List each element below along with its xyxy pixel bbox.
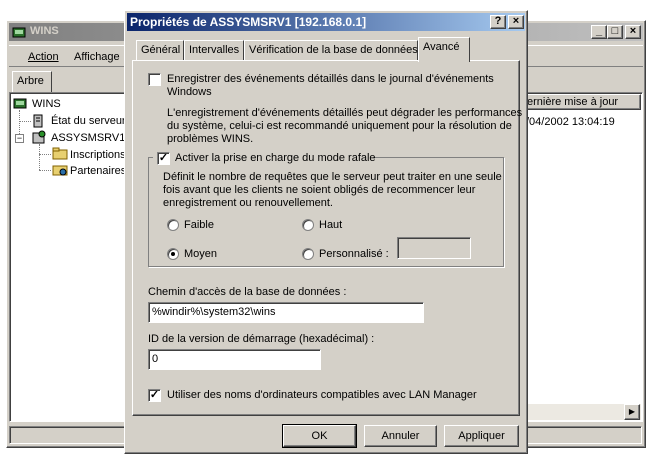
db-path-label: Chemin d'accès de la base de données :	[148, 286, 347, 298]
column-header-label: ernière mise à jour	[527, 96, 619, 108]
radio-moyen[interactable]	[167, 248, 179, 260]
partners-icon	[52, 163, 68, 176]
tab-intervals-label: Intervalles	[189, 44, 240, 56]
tab-general-label: Général	[141, 44, 181, 56]
ok-button[interactable]: OK	[282, 424, 357, 448]
burst-desc-line-1: Définit le nombre de requêtes que le ser…	[163, 171, 502, 183]
tab-db-verification-label: Vérification de la base de données	[249, 44, 418, 56]
last-update-cell: /04/2002 13:04:19	[526, 116, 615, 128]
burst-desc-line-3: enregistrement ou renouvellement.	[163, 197, 333, 209]
scroll-right-button[interactable]: ▶	[624, 404, 640, 420]
tab-general[interactable]: Général	[136, 40, 184, 60]
registrations-icon	[52, 147, 68, 160]
version-label: ID de la version de démarrage (hexadécim…	[148, 333, 375, 345]
menu-action[interactable]: Action	[28, 51, 59, 63]
custom-value-input[interactable]	[397, 237, 471, 259]
tab-advanced[interactable]: Avancé	[418, 37, 470, 62]
burst-mode-checkbox[interactable]: ✓	[157, 152, 170, 165]
column-header[interactable]: ernière mise à jour	[524, 94, 641, 110]
log-events-checkbox[interactable]	[148, 73, 161, 86]
cancel-button-label: Annuler	[381, 430, 420, 442]
tree-item-partners[interactable]: Partenaires	[70, 165, 126, 177]
status-bar-left	[9, 426, 125, 444]
apply-button[interactable]: Appliquer	[444, 425, 519, 447]
tree-item-registrations[interactable]: Inscriptions	[70, 149, 126, 161]
log-warning-line-2: du système, celui-ci est recommandé uniq…	[167, 120, 512, 132]
tab-db-verification[interactable]: Vérification de la base de données	[244, 40, 418, 60]
maximize-button[interactable]: □	[607, 25, 623, 39]
radio-haut[interactable]	[302, 219, 314, 231]
ok-button-label: OK	[311, 430, 328, 442]
collapse-icon[interactable]: −	[15, 134, 24, 143]
tab-intervals[interactable]: Intervalles	[184, 40, 244, 60]
server-status-icon	[32, 114, 44, 128]
close-button[interactable]: ×	[625, 25, 641, 39]
minimize-button[interactable]: _	[591, 25, 607, 39]
radio-custom-label: Personnalisé :	[319, 248, 389, 260]
radio-faible-label: Faible	[184, 219, 214, 231]
wins-title: WINS	[30, 25, 59, 37]
tab-advanced-label: Avancé	[423, 41, 460, 53]
tree-item-server[interactable]: ASSYSMSRV1 [	[51, 132, 132, 144]
tree-item-wins[interactable]: WINS	[32, 98, 61, 110]
db-path-value: %windir%\system32\wins	[152, 306, 276, 318]
lanman-checkbox[interactable]: ✓	[148, 389, 161, 402]
wins-app-icon	[12, 25, 26, 39]
lanman-label: Utiliser des noms d'ordinateurs compatib…	[167, 389, 477, 401]
log-events-label-2: Windows	[167, 86, 212, 98]
log-warning-line-3: problèmes WINS.	[167, 133, 254, 145]
dialog-title: Propriétés de ASSYSMSRV1 [192.168.0.1]	[130, 15, 367, 29]
status-bar-right	[524, 426, 642, 444]
server-node-icon	[32, 130, 46, 144]
radio-haut-label: Haut	[319, 219, 343, 231]
radio-custom[interactable]	[302, 248, 314, 260]
log-warning-line-1: L'enregistrement d'événements détaillés …	[167, 107, 523, 119]
apply-button-label: Appliquer	[458, 430, 505, 442]
cancel-button[interactable]: Annuler	[364, 425, 437, 447]
dialog-close-button[interactable]: ×	[508, 15, 524, 29]
tree-item-server-status[interactable]: État du serveur	[51, 115, 126, 127]
log-events-label-1: Enregistrer des événements détaillés dan…	[167, 73, 494, 85]
version-value: 0	[152, 353, 159, 365]
db-path-input[interactable]: %windir%\system32\wins	[148, 302, 424, 323]
menu-affichage[interactable]: Affichage	[74, 51, 120, 63]
version-input[interactable]: 0	[148, 349, 321, 370]
radio-faible[interactable]	[167, 219, 179, 231]
tree-tab-label: Arbre	[17, 75, 44, 87]
wins-node-icon	[13, 97, 27, 110]
radio-moyen-label: Moyen	[184, 248, 218, 260]
burst-mode-label: Activer la prise en charge du mode rafal…	[175, 152, 376, 164]
tree-tab[interactable]: Arbre	[12, 71, 52, 92]
burst-desc-line-2: fois avant que les clients ne soient obl…	[163, 184, 476, 196]
help-button[interactable]: ?	[490, 15, 506, 29]
